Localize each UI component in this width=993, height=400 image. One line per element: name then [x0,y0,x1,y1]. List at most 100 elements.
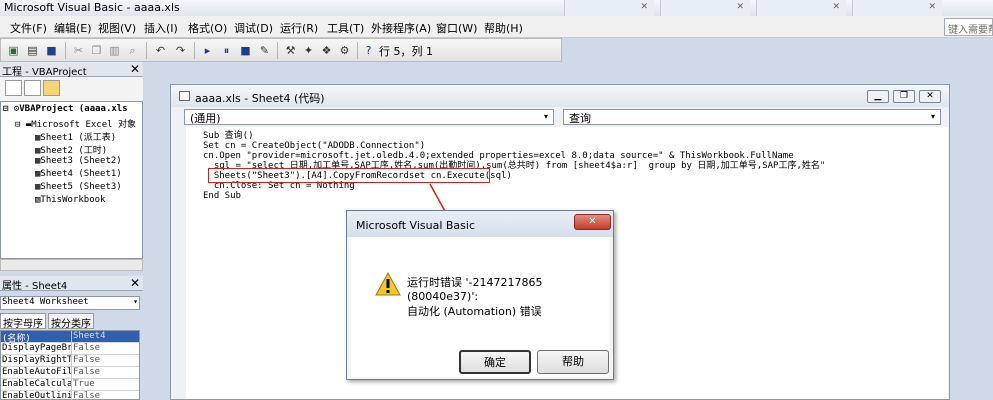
menu-help[interactable]: 帮助(H) [484,20,523,36]
properties-tabs: 按字母序 按分类序 [0,313,143,330]
chevron-down-icon[interactable]: ▾ [133,297,138,306]
browser-tab[interactable]: ✕ [564,0,654,16]
menu-tools[interactable]: 工具(T) [327,20,364,36]
code-module-icon [179,91,190,101]
menu-window[interactable]: 窗口(W) [436,20,477,36]
tree-item-sheet3[interactable]: ▦Sheet3 (Sheet2) [35,156,122,166]
object-browser-icon[interactable]: ❖ [319,43,334,58]
collapse-icon[interactable]: ⊟ [3,104,8,114]
close-icon[interactable]: ✕ [574,214,611,230]
project-tree: ⊟ ⚙VBAProject (aaaa.xls ⊟ ▬Microsoft Exc… [0,101,143,259]
browser-tab[interactable]: ✕ [852,0,942,16]
copy-icon[interactable]: ❐ [89,43,104,58]
code-line: cn.Open "provider=microsoft.jet.oledb.4.… [203,151,794,161]
redo-icon[interactable]: ↷ [173,43,188,58]
code-window-titlebar: aaaa.xls - Sheet4 (代码) ▁ ❐ ✕ [171,85,949,107]
prop-row[interactable]: (名称) Sheet4 [1,331,139,344]
code-window-title: aaaa.xls - Sheet4 (代码) [195,92,325,105]
error-message: 运行时错误 '-2147217865 (80040e37)': [407,276,543,303]
code-line: Sub 查询() [203,131,254,141]
pause-icon[interactable]: ⏸ [219,43,234,58]
close-icon[interactable]: ✕ [919,90,941,103]
prop-row[interactable]: DisplayPageBre False [1,343,139,355]
error-line-highlight [208,168,490,183]
tree-item-vbaproject[interactable]: ⊟ ⚙VBAProject (aaaa.xls [3,104,128,114]
close-icon[interactable]: ✕ [736,2,744,12]
find-icon[interactable]: ⌕ [125,43,140,58]
procedure-combo[interactable]: 查询 ▾ [563,109,941,125]
help-search-input[interactable]: 键入需要帮 [944,18,993,36]
paste-icon[interactable]: ▥ [107,43,122,58]
project-explorer-toolbar [0,77,143,101]
tree-item-sheet1[interactable]: ▦Sheet1 (派工表) [35,130,116,143]
close-icon[interactable]: ✕ [832,2,840,12]
restore-icon[interactable]: ❐ [893,90,915,103]
close-icon[interactable]: ✕ [640,2,648,12]
menu-debug[interactable]: 调试(D) [234,20,273,36]
tree-item-thisworkbook[interactable]: ▧ThisWorkbook [35,195,105,205]
tab-alphabetic[interactable]: 按字母序 [0,313,46,330]
browser-tab[interactable]: ✕ [660,0,750,16]
object-combo[interactable]: (通用) ▾ [184,109,554,125]
reset-icon[interactable]: ■ [238,43,253,58]
collapse-icon[interactable]: ⊟ [15,120,20,130]
browser-tab[interactable]: ✕ [756,0,846,16]
prop-row[interactable]: EnableCalculat True [1,379,139,391]
chevron-down-icon[interactable]: ▾ [927,111,939,123]
undo-icon[interactable]: ↶ [153,43,168,58]
dialog-body: 运行时错误 '-2147217865 (80040e37)': 自动化 (Aut… [351,237,609,377]
view-code-icon[interactable] [5,80,22,96]
properties-header: 属性 - Sheet4 ✕ [0,276,143,292]
close-icon[interactable]: ✕ [130,276,140,290]
excel-icon[interactable]: ▣ [6,43,21,58]
code-line: End Sub [203,191,241,201]
save-icon[interactable]: ■ [44,43,59,58]
menu-file[interactable]: 文件(F) [10,20,47,36]
menu-run[interactable]: 运行(R) [280,20,318,36]
properties-window-icon[interactable]: ✦ [301,43,316,58]
chevron-down-icon[interactable]: ▾ [540,111,552,123]
help-button[interactable]: 帮助 [537,350,609,374]
properties-title: 属性 - Sheet4 [2,281,68,292]
menu-bar: 文件(F) 编辑(E) 视图(V) 插入(I) 格式(O) 调试(D) 运行(R… [0,16,993,38]
tree-item-sheet4[interactable]: ▦Sheet4 (Sheet1) [35,169,122,179]
minimize-icon[interactable]: ▁ [867,90,889,103]
close-icon[interactable]: ✕ [130,62,140,76]
project-explorer-icon[interactable]: ⚒ [283,43,298,58]
project-explorer-header: 工程 - VBAProject ✕ [0,62,143,78]
close-icon[interactable]: ✕ [928,2,936,12]
prop-row[interactable]: DisplayRightTo False [1,355,139,367]
menu-edit[interactable]: 编辑(E) [54,20,92,36]
help-icon[interactable]: ? [361,43,376,58]
dialog-titlebar: Microsoft Visual Basic ✕ [347,211,613,237]
tree-item-sheet2[interactable]: ▦Sheet2 (工时) [35,143,107,156]
dialog-title: Microsoft Visual Basic [356,219,476,232]
run-icon[interactable]: ▸ [200,43,215,58]
app-title: Microsoft Visual Basic - aaaa.xls [4,1,180,14]
prop-row[interactable]: EnableAutoFilt False [1,367,139,379]
properties-grid: (名称) Sheet4 DisplayPageBre False DisplayRi… [0,330,140,400]
tab-categorized[interactable]: 按分类序 [48,313,94,330]
cursor-position: 行 5，列 1 [379,45,433,58]
project-tree-scrollbar[interactable] [0,259,143,271]
standard-toolbar: ▣ ▤ ■ ✂ ❐ ▥ ⌕ ↶ ↷ ▸ ⏸ ■ ✎ ⚒ ✦ ❖ ⚙ ? 行 5，… [0,38,562,62]
menu-format[interactable]: 格式(O) [188,20,227,36]
insert-userform-icon[interactable]: ▤ [25,43,40,58]
app-titlebar: Microsoft Visual Basic - aaaa.xls ✕ ✕ ✕ … [0,0,993,16]
error-dialog: Microsoft Visual Basic ✕ 运行时错误 '-2147217… [346,210,614,380]
toggle-folders-icon[interactable] [43,80,60,96]
menu-insert[interactable]: 插入(I) [144,20,178,36]
prop-row[interactable]: EnableOutlinin False [1,391,139,400]
tree-item-excel-objects[interactable]: ⊟ ▬Microsoft Excel 对象 [15,117,136,130]
warning-icon [375,272,401,296]
cut-icon[interactable]: ✂ [71,43,86,58]
toolbox-icon[interactable]: ⚙ [337,43,352,58]
tree-item-sheet5[interactable]: ▦Sheet5 (Sheet3) [35,182,122,192]
menu-view[interactable]: 视图(V) [98,20,136,36]
view-object-icon[interactable] [24,80,41,96]
code-line: Set cn = CreateObject("ADODB.Connection"… [203,141,426,151]
design-mode-icon[interactable]: ✎ [257,43,272,58]
menu-addins[interactable]: 外接程序(A) [371,20,431,36]
ok-button[interactable]: 确定 [459,350,531,374]
properties-object-select[interactable]: Sheet4 Worksheet ▾ [0,296,140,310]
